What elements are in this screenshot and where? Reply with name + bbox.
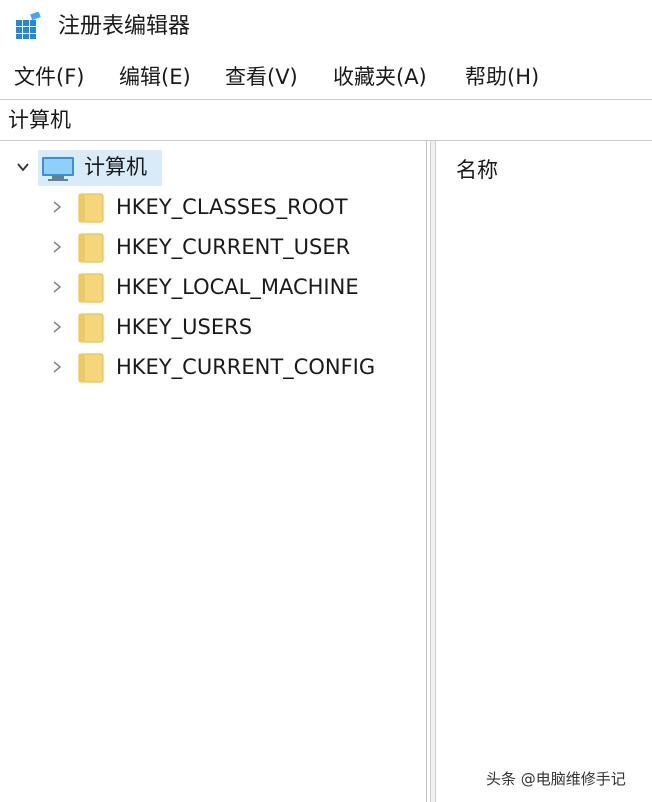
tree-node-label: HKEY_CURRENT_USER bbox=[116, 235, 351, 259]
chevron-right-icon[interactable] bbox=[50, 360, 64, 374]
menu-help[interactable]: 帮助(H) bbox=[463, 62, 541, 92]
folder-icon bbox=[78, 273, 104, 303]
menu-favorites[interactable]: 收藏夹(A) bbox=[331, 62, 429, 92]
menu-bar: 文件(F) 编辑(E) 查看(V) 收藏夹(A) 帮助(H) bbox=[0, 56, 652, 98]
computer-icon bbox=[42, 157, 74, 181]
tree-node-label: HKEY_LOCAL_MACHINE bbox=[116, 275, 359, 299]
tree-node-label: HKEY_USERS bbox=[116, 315, 253, 339]
folder-icon bbox=[78, 233, 104, 263]
tree-node-hkey-classes-root[interactable]: HKEY_CLASSES_ROOT bbox=[0, 188, 426, 226]
menu-edit[interactable]: 编辑(E) bbox=[117, 62, 193, 92]
folder-icon bbox=[78, 193, 104, 223]
column-header-name[interactable]: 名称 bbox=[456, 156, 498, 184]
chevron-right-icon[interactable] bbox=[50, 200, 64, 214]
chevron-right-icon[interactable] bbox=[50, 280, 64, 294]
tree-node-label: HKEY_CLASSES_ROOT bbox=[116, 195, 348, 219]
menu-file[interactable]: 文件(F) bbox=[12, 62, 86, 92]
folder-icon bbox=[78, 313, 104, 343]
tree-node-label: 计算机 bbox=[84, 155, 147, 179]
chevron-right-icon[interactable] bbox=[50, 320, 64, 334]
tree-node-label: HKEY_CURRENT_CONFIG bbox=[116, 355, 376, 379]
registry-editor-icon bbox=[16, 12, 41, 39]
values-list-pane[interactable]: 名称 bbox=[436, 141, 652, 802]
address-path[interactable]: 计算机 bbox=[8, 106, 71, 134]
window-title: 注册表编辑器 bbox=[58, 14, 191, 39]
tree-node-computer[interactable]: 计算机 bbox=[0, 148, 426, 186]
tree-pane[interactable]: 计算机 HKEY_CLASSES_ROOT HKEY_CURRENT_USER … bbox=[0, 141, 427, 802]
watermark: 头条 @电脑维修手记 bbox=[486, 770, 626, 788]
tree-node-hkey-users[interactable]: HKEY_USERS bbox=[0, 308, 426, 346]
tree-node-hkey-current-user[interactable]: HKEY_CURRENT_USER bbox=[0, 228, 426, 266]
title-bar: 注册表编辑器 bbox=[0, 0, 652, 52]
tree-node-hkey-current-config[interactable]: HKEY_CURRENT_CONFIG bbox=[0, 348, 426, 386]
chevron-right-icon[interactable] bbox=[50, 240, 64, 254]
menu-view[interactable]: 查看(V) bbox=[223, 62, 300, 92]
chevron-down-icon[interactable] bbox=[16, 160, 30, 174]
address-bar[interactable]: 计算机 bbox=[0, 99, 652, 141]
folder-icon bbox=[78, 353, 104, 383]
tree-node-hkey-local-machine[interactable]: HKEY_LOCAL_MACHINE bbox=[0, 268, 426, 306]
